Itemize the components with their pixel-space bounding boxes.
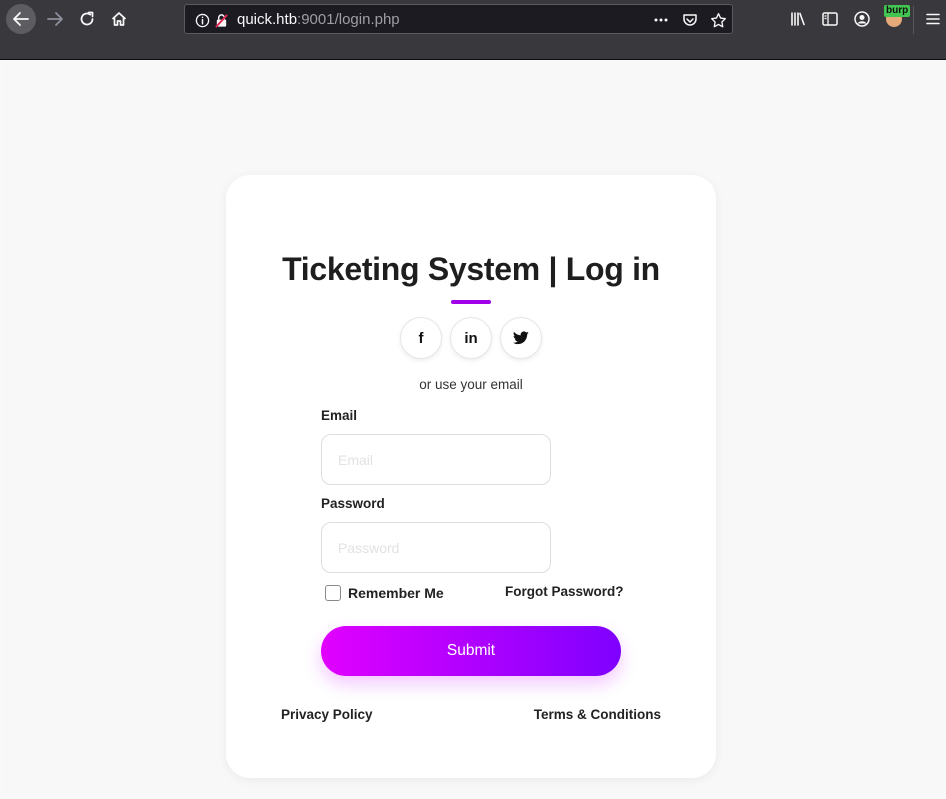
account-button[interactable]: [847, 4, 877, 34]
info-icon[interactable]: [193, 11, 211, 29]
login-card: Ticketing System | Log in f in or use yo…: [226, 175, 716, 778]
remember-me-checkbox[interactable]: [325, 585, 341, 601]
social-login-group: f in: [400, 317, 542, 359]
linkedin-button[interactable]: in: [450, 317, 492, 359]
account-icon: [854, 11, 870, 27]
email-label: Email: [321, 408, 358, 423]
terms-link[interactable]: Terms & Conditions: [534, 707, 661, 722]
password-label: Password: [321, 496, 385, 511]
url-text[interactable]: quick.htb:9001/login.php: [237, 11, 400, 28]
toolbar-separator: [913, 6, 914, 34]
browser-toolbar: quick.htb:9001/login.php burp: [0, 0, 946, 60]
sidebar-icon: [822, 12, 838, 26]
page-title: Ticketing System | Log in: [282, 251, 660, 287]
sidebar-button[interactable]: [815, 4, 845, 34]
facebook-button[interactable]: f: [400, 317, 442, 359]
back-button[interactable]: [6, 4, 36, 34]
forgot-password-link[interactable]: Forgot Password?: [505, 584, 624, 599]
menu-icon: [926, 13, 940, 25]
url-bar[interactable]: quick.htb:9001/login.php: [184, 4, 733, 34]
privacy-policy-link[interactable]: Privacy Policy: [281, 707, 373, 722]
library-button[interactable]: [783, 4, 813, 34]
linkedin-icon: in: [464, 329, 478, 347]
twitter-bird-icon: [513, 331, 529, 345]
alt-login-text: or use your email: [419, 377, 523, 392]
page-actions-icon[interactable]: [652, 11, 670, 29]
reload-icon: [80, 11, 94, 26]
facebook-icon: f: [418, 329, 424, 347]
reload-button[interactable]: [72, 4, 102, 34]
remember-me-label[interactable]: Remember Me: [348, 585, 444, 601]
home-icon: [111, 12, 127, 26]
url-host: quick.htb: [237, 11, 298, 28]
bookmark-star-icon[interactable]: [709, 11, 727, 29]
url-path: :9001/login.php: [297, 11, 400, 28]
forward-button[interactable]: [40, 4, 70, 34]
page-content: Ticketing System | Log in f in or use yo…: [2, 61, 944, 799]
home-button[interactable]: [104, 4, 134, 34]
email-input[interactable]: [321, 434, 551, 485]
back-arrow-icon: [13, 12, 29, 26]
menu-button[interactable]: [918, 4, 946, 34]
submit-button[interactable]: Submit: [321, 626, 621, 676]
remember-me-row[interactable]: Remember Me: [325, 585, 444, 601]
forward-arrow-icon: [47, 12, 63, 26]
pocket-icon[interactable]: [681, 11, 699, 29]
burp-badge[interactable]: burp: [884, 5, 911, 17]
library-icon: [791, 12, 805, 26]
insecure-lock-icon[interactable]: [212, 11, 230, 29]
twitter-button[interactable]: [500, 317, 542, 359]
title-underline: [451, 300, 491, 304]
password-input[interactable]: [321, 522, 551, 573]
